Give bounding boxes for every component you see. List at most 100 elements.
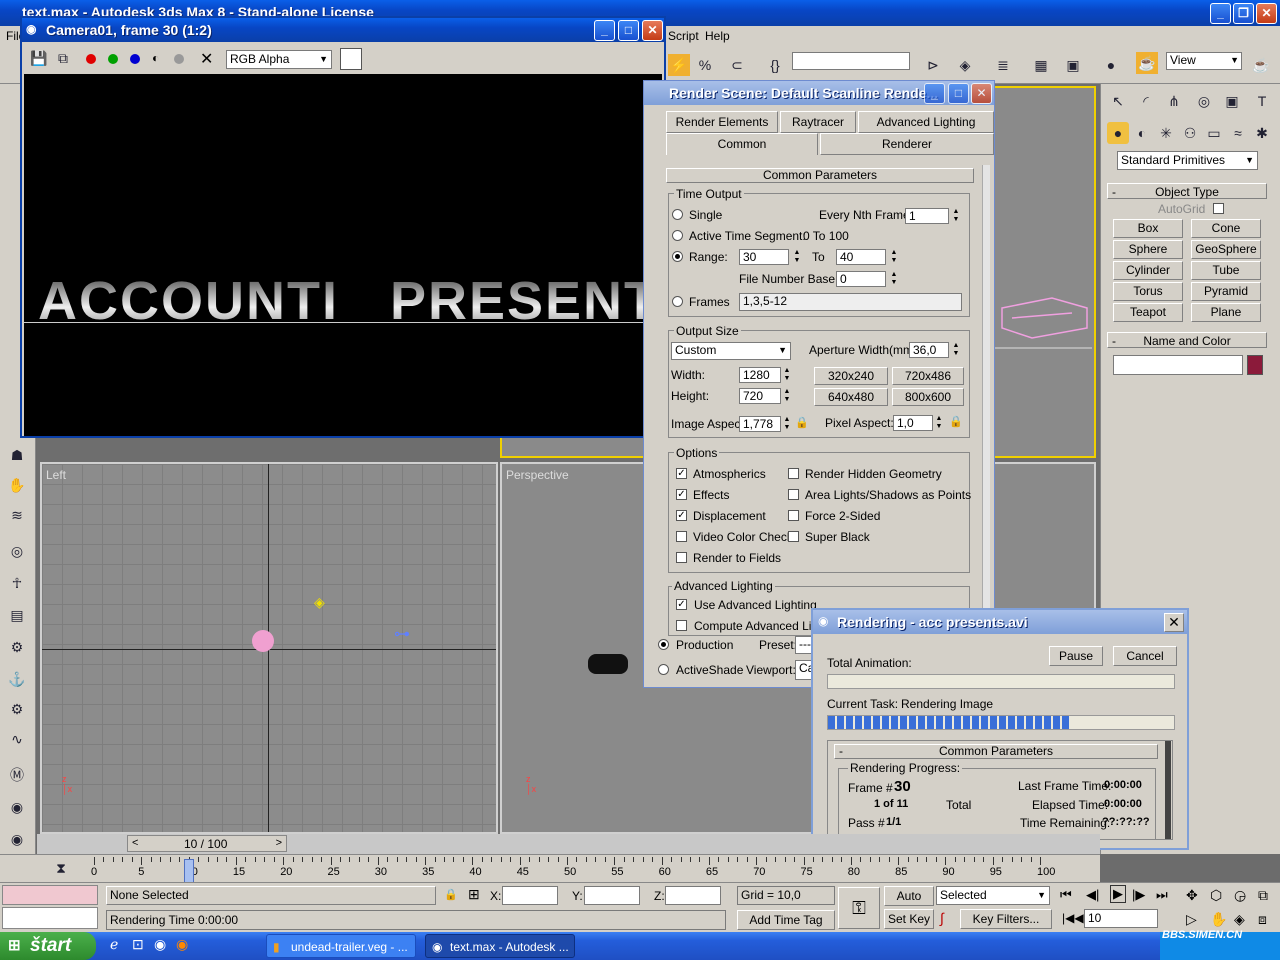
spinner-icon[interactable]: ▲ ▼	[783, 367, 791, 383]
set-key-button[interactable]: Set Key	[884, 909, 934, 929]
tool-icon[interactable]: ⚓	[6, 668, 28, 690]
geosphere-button[interactable]: GeoSphere	[1191, 240, 1261, 259]
active-segment-radio[interactable]	[672, 230, 683, 241]
pixel-aspect-input[interactable]: 1,0	[893, 415, 933, 431]
option-checkbox[interactable]	[676, 531, 687, 542]
mono-channel-icon[interactable]	[174, 54, 184, 64]
modify-tab-icon[interactable]: ◜	[1135, 90, 1157, 112]
torus-button[interactable]: Torus	[1113, 282, 1183, 301]
go-to-end-icon[interactable]: ⏭	[1156, 887, 1168, 903]
tool-icon[interactable]: ∿	[6, 728, 28, 750]
tab-advanced-lighting[interactable]: Advanced Lighting	[858, 111, 994, 133]
quick-render-icon[interactable]: ☕	[1250, 54, 1272, 76]
aperture-input[interactable]: 36,0	[909, 342, 949, 358]
create-tab-icon[interactable]: ↖	[1107, 90, 1129, 112]
option-checkbox[interactable]	[788, 510, 799, 521]
option-checkbox[interactable]: ✓	[676, 489, 687, 500]
size-320x240-button[interactable]: 320x240	[814, 367, 888, 385]
lock-selection-icon[interactable]: 🔒	[444, 888, 458, 901]
helpers-icon[interactable]: ▭	[1203, 122, 1225, 144]
taskbar-item-max[interactable]: ◉ text.max - Autodesk ...	[425, 934, 575, 958]
spinner-icon[interactable]: ▲ ▼	[935, 415, 943, 431]
size-640x480-button[interactable]: 640x480	[814, 388, 888, 406]
red-channel-icon[interactable]	[86, 54, 96, 64]
play-icon[interactable]: ▶	[1110, 885, 1126, 903]
layer-icon[interactable]: ≣	[992, 54, 1014, 76]
lock-icon[interactable]: 🔒	[795, 416, 809, 429]
zoom-icon[interactable]: ⬡	[1210, 887, 1222, 904]
cylinder-button[interactable]: Cylinder	[1113, 261, 1183, 280]
tube-button[interactable]: Tube	[1191, 261, 1261, 280]
teapot-button[interactable]: Teapot	[1113, 303, 1183, 322]
activeshade-radio[interactable]	[658, 664, 669, 675]
tool-icon[interactable]: ☥	[6, 572, 28, 594]
material-editor-icon[interactable]: ●	[1100, 54, 1122, 76]
media-icon[interactable]: ◉	[154, 936, 166, 953]
width-input[interactable]: 1280	[739, 367, 781, 383]
cameras-icon[interactable]: ⚇	[1179, 122, 1201, 144]
start-button[interactable]: ⊞ štart	[0, 932, 96, 960]
display-tab-icon[interactable]: ▣	[1221, 90, 1243, 112]
named-selection-icon[interactable]: {}	[764, 54, 786, 76]
mini-listener-pink[interactable]	[2, 885, 98, 905]
name-color-header[interactable]: - Name and Color	[1107, 332, 1267, 348]
minimize-button[interactable]: _	[1210, 3, 1231, 24]
tool-icon[interactable]: ⚙	[6, 636, 28, 658]
option-checkbox[interactable]: ✓	[676, 510, 687, 521]
lock-icon[interactable]: 🔒	[949, 415, 963, 428]
tool-icon[interactable]: ≋	[6, 504, 28, 526]
close-button[interactable]: ✕	[971, 83, 992, 104]
arc-rotate-icon[interactable]: ◈	[1234, 911, 1245, 928]
hierarchy-tab-icon[interactable]: ⋔	[1163, 90, 1185, 112]
tab-common[interactable]: Common	[666, 133, 818, 155]
object-color-swatch[interactable]	[1247, 355, 1263, 375]
percent-snap-icon[interactable]: %	[694, 54, 716, 76]
tab-render-elements[interactable]: Render Elements	[666, 111, 778, 133]
tool-icon[interactable]: ✋	[6, 474, 28, 496]
save-icon[interactable]: 💾	[28, 47, 50, 69]
scrollbar[interactable]	[982, 165, 990, 685]
tool-icon[interactable]: Ⓜ	[6, 764, 28, 786]
option-checkbox[interactable]	[788, 531, 799, 542]
orbit-icon[interactable]: ◶	[1234, 887, 1246, 904]
mirror-icon[interactable]: ⊳	[922, 54, 944, 76]
size-800x600-button[interactable]: 800x600	[892, 388, 964, 406]
minimize-button[interactable]: _	[594, 20, 615, 41]
use-advanced-lighting-checkbox[interactable]: ✓	[676, 599, 687, 610]
green-channel-icon[interactable]	[108, 54, 118, 64]
clone-icon[interactable]: ⧉	[52, 47, 74, 69]
key-mode-icon[interactable]: ⚿	[838, 887, 880, 929]
image-aspect-input[interactable]: 1,778	[739, 416, 781, 432]
pan-icon[interactable]: ✥	[1186, 887, 1198, 904]
frames-input[interactable]: 1,3,5-12	[739, 293, 962, 311]
range-to-input[interactable]: 40	[836, 249, 886, 265]
spinner-icon[interactable]: ▲ ▼	[793, 249, 801, 265]
fov-icon[interactable]: ▷	[1186, 911, 1197, 928]
mini-listener-white[interactable]	[2, 907, 98, 929]
object-type-header[interactable]: - Object Type	[1107, 183, 1267, 199]
track-view-icon[interactable]: ⧗	[50, 857, 72, 879]
quicklaunch-icon[interactable]: ⊡	[132, 936, 144, 953]
tab-raytracer[interactable]: Raytracer	[780, 111, 856, 133]
height-input[interactable]: 720	[739, 388, 781, 404]
spinner-icon[interactable]: ▲ ▼	[783, 388, 791, 404]
cone-button[interactable]: Cone	[1191, 219, 1261, 238]
next-frame-icon[interactable]: |▶	[1132, 887, 1145, 903]
pause-button[interactable]: Pause	[1049, 646, 1103, 666]
chevron-left-icon[interactable]: <	[132, 837, 138, 849]
rollout-header[interactable]: - Common Parameters	[834, 744, 1158, 759]
go-to-start-icon[interactable]: ⏮	[1060, 887, 1072, 903]
geometry-icon[interactable]: ●	[1107, 122, 1129, 144]
track-bar[interactable]: ⧗ 05101520253035404550556065707580859095…	[0, 854, 1100, 883]
option-checkbox[interactable]	[788, 489, 799, 500]
x-coordinate-input[interactable]	[502, 886, 558, 905]
maximize-button[interactable]: □	[948, 83, 969, 104]
range-from-input[interactable]: 30	[739, 249, 789, 265]
maximize-button[interactable]: □	[618, 20, 639, 41]
taskbar-item-vegas[interactable]: ▮ undead-trailer.veg - ...	[266, 934, 416, 958]
plane-button[interactable]: Plane	[1191, 303, 1261, 322]
menu-help[interactable]: Help	[705, 29, 730, 43]
clear-icon[interactable]: ✕	[200, 49, 213, 69]
option-checkbox[interactable]	[788, 468, 799, 479]
compute-advanced-lighting-checkbox[interactable]	[676, 620, 687, 631]
